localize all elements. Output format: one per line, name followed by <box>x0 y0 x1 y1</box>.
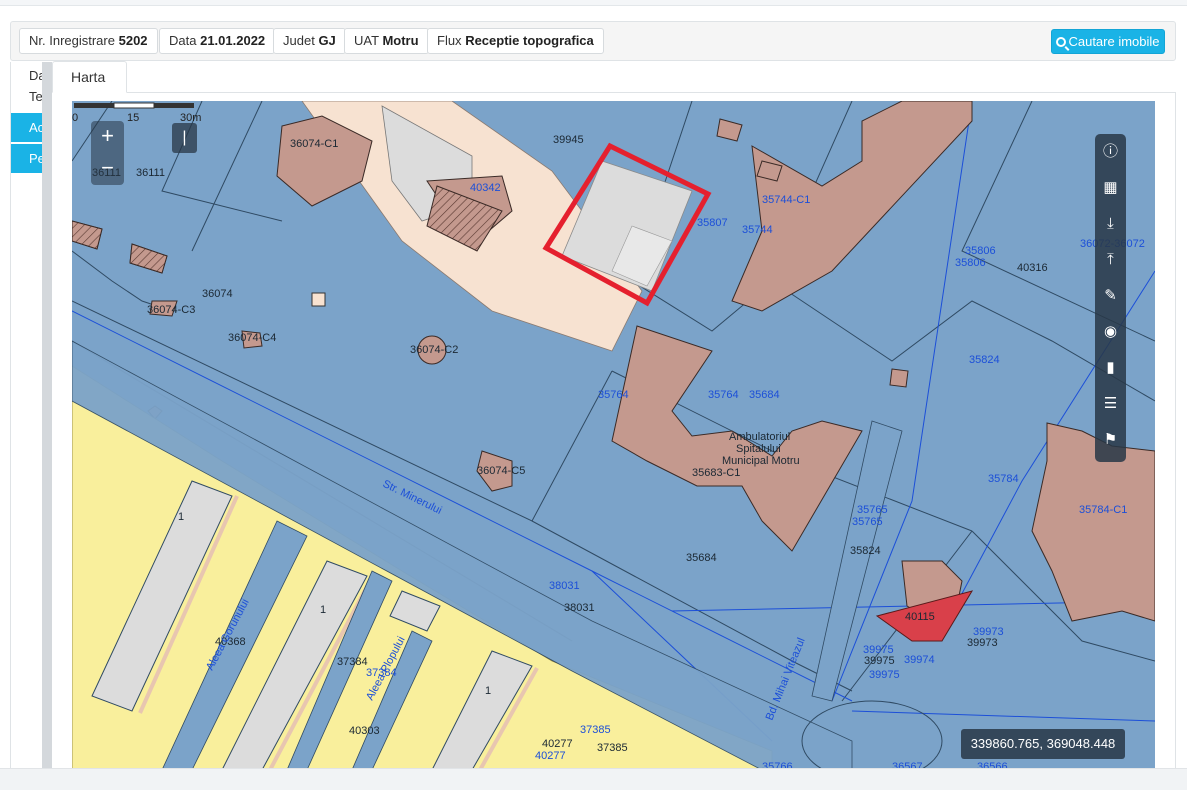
label-35765a: 35765 <box>857 504 888 516</box>
tag-icon[interactable]: ⚑ <box>1095 422 1126 458</box>
label-39975b: 39975 <box>863 644 894 656</box>
flow-label: Flux <box>437 33 462 48</box>
left-panel-text-2: Te <box>29 89 43 104</box>
county-value: GJ <box>318 33 336 48</box>
download-icon[interactable]: ⤓ <box>1095 206 1126 242</box>
upload-icon[interactable]: ⤒ <box>1095 242 1126 278</box>
label-36074-c1: 36074-C1 <box>290 138 338 150</box>
file-info-bar: Nr. Inregistrare 5202 Data 21.01.2022 Ju… <box>10 21 1176 61</box>
label-35765b: 35765 <box>852 516 883 528</box>
uat-label: UAT <box>354 33 379 48</box>
layers-icon[interactable]: ☰ <box>1095 386 1126 422</box>
label-36074-c3: 36074-C3 <box>147 304 195 316</box>
date-label: Data <box>169 33 197 48</box>
tab-harta[interactable]: Harta <box>52 61 127 93</box>
label-40115: 40115 <box>905 611 935 623</box>
registration-label: Nr. Inregistrare <box>29 33 115 48</box>
edit-icon[interactable]: ✎ <box>1095 278 1126 314</box>
label-35684b: 35684 <box>686 552 717 564</box>
label-37385b: 37385 <box>580 724 611 736</box>
label-36074-c5: 36074-C5 <box>477 465 525 477</box>
label-amb-2: Spitalului <box>736 443 781 455</box>
map-viewport[interactable]: 36074-C1 39945 36111 36111 36074 36074-C… <box>72 101 1155 770</box>
label-35764b: 35764 <box>708 389 739 401</box>
label-40342: 40342 <box>470 182 501 194</box>
footer <box>0 768 1187 790</box>
uat-value: Motru <box>382 33 419 48</box>
label-40316: 40316 <box>1017 262 1048 274</box>
cadastral-map[interactable]: 36074-C1 39945 36111 36111 36074 36074-C… <box>72 101 1155 770</box>
scale-label-30: 30m <box>180 112 201 124</box>
label-35806a: 35806 <box>965 245 996 257</box>
label-39945: 39945 <box>553 134 584 146</box>
search-icon <box>1056 37 1067 47</box>
label-amb-3: Municipal Motru <box>722 455 800 467</box>
info-icon[interactable]: ⓘ <box>1095 134 1126 170</box>
label-one-2: 1 <box>320 604 326 616</box>
label-37384a: 37384 <box>337 656 368 668</box>
content-border <box>1175 92 1176 772</box>
label-35784c1: 35784-C1 <box>1079 504 1127 516</box>
label-36074-c4: 36074-C4 <box>228 332 276 344</box>
uat-badge: UAT Motru <box>344 28 429 54</box>
map-icon[interactable]: ▮ <box>1095 350 1126 386</box>
label-amb-1: Ambulatoriul <box>729 431 790 443</box>
label-35807: 35807 <box>697 217 728 229</box>
label-35684a: 35684 <box>749 389 780 401</box>
label-39973b: 39973 <box>967 637 998 649</box>
label-40277b: 40277 <box>535 750 566 762</box>
registration-value: 5202 <box>118 33 148 48</box>
flow-badge: Flux Receptie topografica <box>427 28 604 54</box>
search-button-label: Cautare imobile <box>1068 34 1160 49</box>
label-36074-c2: 36074-C2 <box>410 344 458 356</box>
search-properties-button[interactable]: Cautare imobile <box>1051 29 1165 54</box>
label-street-minerului: Str. Minerului <box>381 478 444 517</box>
scale-bar: 0 15 30m <box>72 102 201 124</box>
label-39975c: 39975 <box>869 669 900 681</box>
county-badge: Judet GJ <box>273 28 346 54</box>
scale-label-0: 0 <box>72 112 78 124</box>
map-toolbar: ⓘ ▦ ⤓ ⤒ ✎ ◉ ▮ ☰ ⚑ <box>1095 134 1126 462</box>
label-35824b: 35824 <box>850 545 881 557</box>
label-35784a: 35784 <box>988 473 1019 485</box>
date-badge: Data 21.01.2022 <box>159 28 276 54</box>
county-label: Judet <box>283 33 315 48</box>
label-38031b: 38031 <box>564 602 595 614</box>
panel-splitter[interactable] <box>42 62 52 772</box>
table-icon[interactable]: ▦ <box>1095 170 1126 206</box>
label-37385a: 37385 <box>597 742 628 754</box>
left-panel-button-1[interactable]: Ac <box>11 113 44 142</box>
label-38031a: 38031 <box>549 580 580 592</box>
label-35806b: 35806 <box>955 257 986 269</box>
label-35824a: 35824 <box>969 354 1000 366</box>
label-39975a: 39975 <box>864 655 895 667</box>
label-40303: 40303 <box>349 725 380 737</box>
left-panel: Da Te Ac Pe <box>10 62 46 772</box>
coordinates-readout: 339860.765, 369048.448 <box>961 729 1125 759</box>
label-35744-c1: 35744-C1 <box>762 194 810 206</box>
label-40277a: 40277 <box>542 738 573 750</box>
label-one-3: 1 <box>485 685 491 697</box>
globe-icon[interactable]: ◉ <box>1095 314 1126 350</box>
label-39973a: 39973 <box>973 626 1004 638</box>
label-35683-c1: 35683-C1 <box>692 467 740 479</box>
label-36111b: 36111 <box>136 167 165 179</box>
scale-label-15: 15 <box>127 112 139 124</box>
left-panel-button-2[interactable]: Pe <box>11 144 45 173</box>
top-strip <box>0 0 1187 6</box>
label-35744: 35744 <box>742 224 773 236</box>
tab-bar: Harta <box>52 61 1176 93</box>
label-one-1: 1 <box>178 511 184 523</box>
label-36074: 36074 <box>202 288 233 300</box>
label-39974: 39974 <box>904 654 935 666</box>
label-35764a: 35764 <box>598 389 629 401</box>
flow-value: Receptie topografica <box>465 33 594 48</box>
zoom-out-button[interactable]: − <box>91 153 124 185</box>
date-value: 21.01.2022 <box>200 33 266 48</box>
registration-number-badge: Nr. Inregistrare 5202 <box>19 28 158 54</box>
